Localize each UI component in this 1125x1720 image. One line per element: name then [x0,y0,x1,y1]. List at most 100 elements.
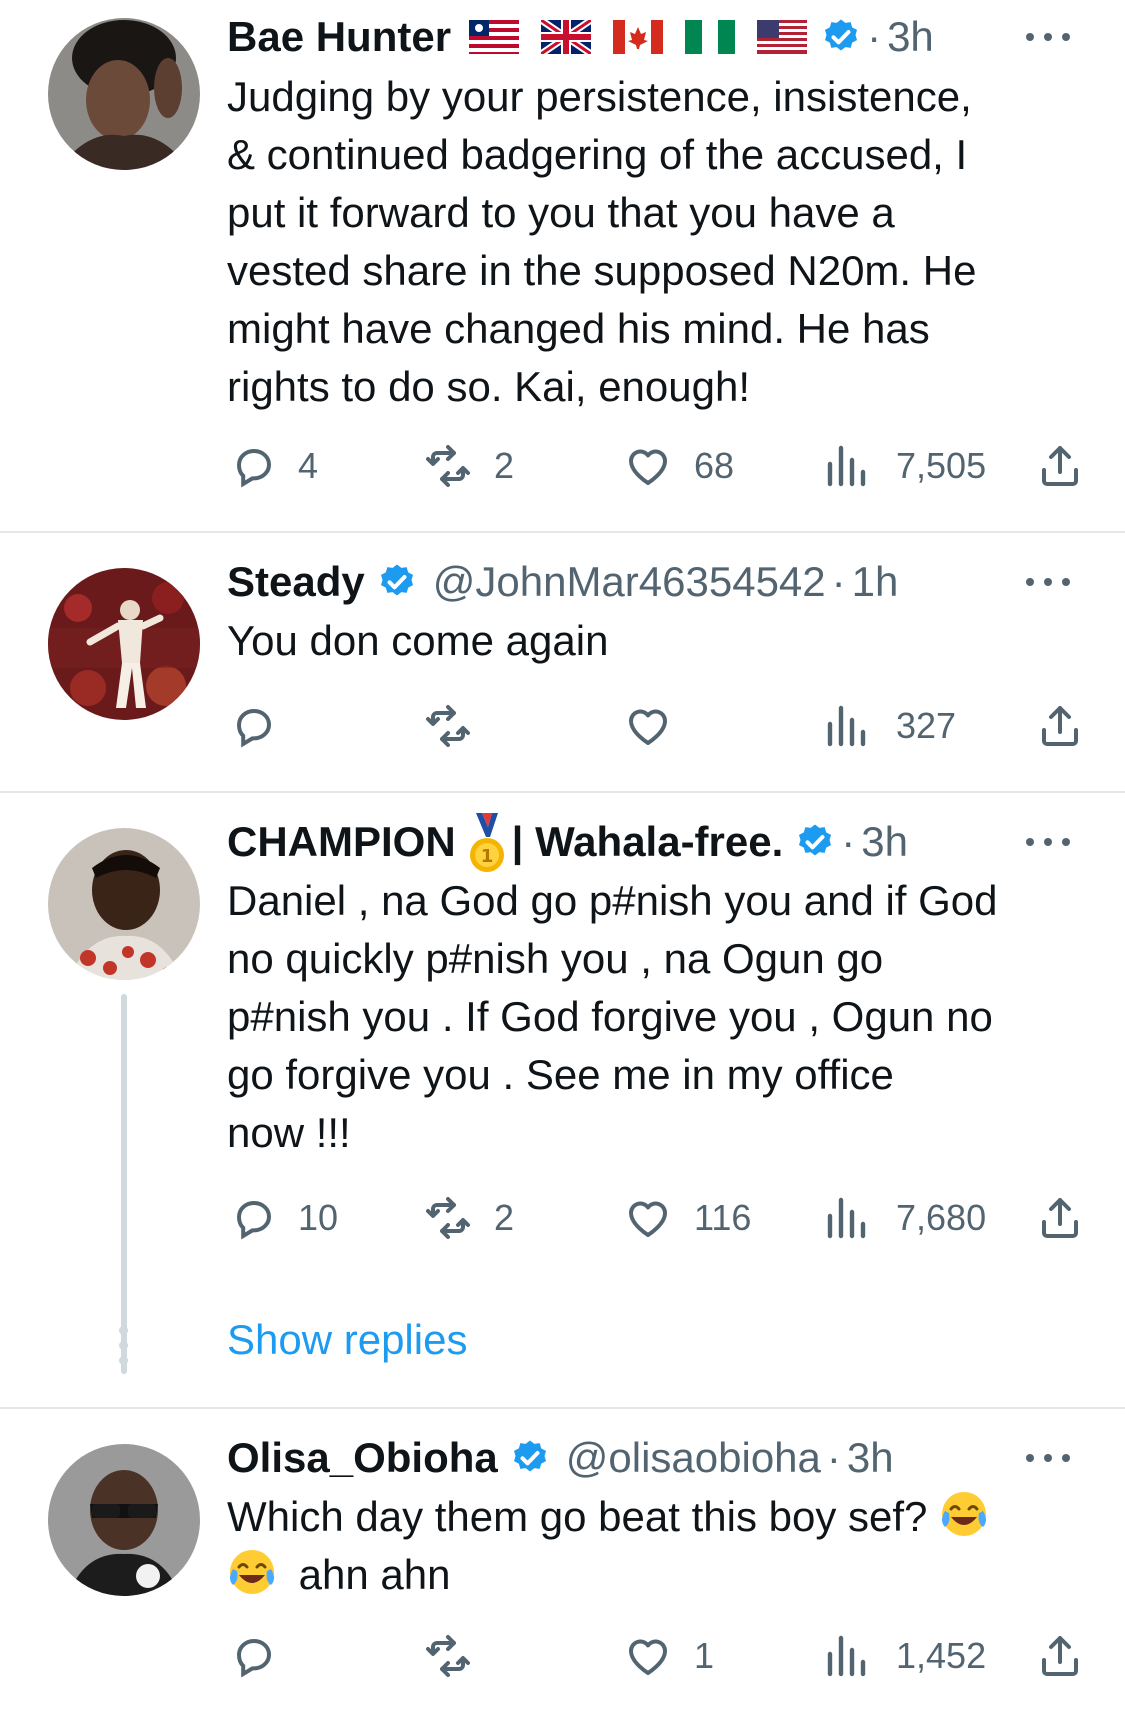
verified-badge-icon [510,1438,550,1478]
views-button[interactable]: 1,452 [822,1631,986,1681]
timestamp[interactable]: 3h [847,1434,894,1482]
tweet-header: Bae Hunter · 3h [227,13,934,61]
views-chart-icon [827,1197,866,1239]
view-count: 327 [896,705,957,746]
timestamp[interactable]: 3h [887,13,934,61]
avatar[interactable] [48,1444,200,1596]
like-count: 116 [694,1197,752,1238]
uk-flag-icon [541,20,592,54]
timestamp[interactable]: 3h [861,818,908,866]
heart-icon [628,1201,668,1237]
timestamp[interactable]: 1h [852,558,899,606]
reply-icon [236,1638,272,1678]
retweet-button[interactable] [424,1631,494,1681]
heart-icon [628,1639,668,1675]
retweet-button[interactable]: 2 [424,441,514,491]
face-with-tears-of-joy-icon [939,1489,989,1539]
like-count: 1 [694,1635,715,1676]
tweet-text: Which day them go beat this boy sef? ahn… [227,1488,1087,1604]
nigeria-flag-icon [685,20,736,54]
tweet-actions: 10 2 116 7,680 [0,1193,1125,1243]
views-chart-icon [827,445,866,487]
canada-flag-icon [613,20,664,54]
separator-dot: · [841,818,856,865]
reply-button[interactable]: 10 [228,1193,338,1243]
display-name[interactable]: CHAMPION [227,818,456,866]
views-chart-icon [827,1635,866,1677]
separator-dot: · [867,13,882,60]
more-options-icon[interactable] [1026,818,1070,866]
views-button[interactable]: 7,680 [822,1193,986,1243]
tweet-text: Judging by your persistence, insistence,… [227,73,977,410]
separator-dot: · [826,1434,841,1481]
avatar[interactable] [48,828,200,980]
display-name-suffix[interactable]: | Wahala-free. [512,818,784,866]
user-handle[interactable]: @olisaobioha [566,1434,821,1482]
tweet-card[interactable]: Bae Hunter · 3h Judging by your persiste… [0,0,1125,488]
tweet-text-line: Which day them go beat this boy sef? [227,1488,1087,1546]
reply-button[interactable]: 4 [228,441,318,491]
retweet-icon [426,445,470,487]
avatar[interactable] [48,18,200,170]
reply-button[interactable] [228,1631,298,1681]
share-icon [1042,446,1078,486]
retweet-count: 2 [494,1197,515,1238]
retweet-button[interactable] [424,701,494,751]
views-button[interactable]: 327 [822,701,956,751]
tweet-actions: 4 2 68 7,505 [0,441,1125,491]
tweet-text-line2: ahn ahn [298,1551,451,1598]
like-button[interactable]: 116 [624,1193,751,1243]
more-options-icon[interactable] [1026,1434,1070,1482]
display-name[interactable]: Steady [227,558,365,606]
user-handle[interactable]: @JohnMar46354542 [433,558,826,606]
views-chart-icon [827,705,866,747]
display-name[interactable]: Bae Hunter [227,13,451,61]
more-options-icon[interactable] [1026,558,1070,606]
gold-medal-icon: 1 [466,813,508,875]
heart-icon [628,449,668,485]
tweet-card[interactable]: CHAMPION 1 | Wahala-free. · 3h Daniel , … [0,794,1125,1406]
separator-dot: · [831,558,846,605]
tweet-text-line: ahn ahn [227,1546,1087,1604]
verified-badge-icon [377,562,417,602]
retweet-icon [426,1197,470,1239]
thread-continuation-dots [119,1326,129,1371]
liberia-flag-icon [469,20,520,54]
divider [0,1407,1125,1409]
views-button[interactable]: 7,505 [822,441,986,491]
verified-badge-icon [821,17,861,57]
avatar[interactable] [48,568,200,720]
reply-count: 4 [298,445,319,486]
share-button[interactable] [1036,441,1084,491]
share-button[interactable] [1036,1193,1084,1243]
usa-flag-icon [757,20,808,54]
tweet-text: Daniel , na God go p#nish you and if God… [227,877,998,1156]
tweet-card[interactable]: Steady @JohnMar46354542 · 1h You don com… [0,534,1125,788]
like-button[interactable]: 68 [624,441,734,491]
tweet-actions: 327 [0,701,1125,751]
view-count: 7,680 [896,1197,987,1238]
more-options-icon[interactable] [1026,13,1070,61]
thread-connector-line [121,994,127,1374]
show-replies-link[interactable]: Show replies [227,1316,467,1364]
tweet-header: CHAMPION 1 | Wahala-free. · 3h [227,813,908,872]
reply-icon [236,708,272,748]
like-button[interactable]: 1 [624,1631,714,1681]
share-icon [1042,1198,1078,1238]
reply-button[interactable] [228,701,298,751]
retweet-icon [426,705,470,747]
tweet-card[interactable]: Olisa_Obioha @olisaobioha · 3h Which day… [0,1410,1125,1720]
like-button[interactable] [624,701,694,751]
share-button[interactable] [1036,701,1084,751]
heart-icon [628,709,668,745]
share-icon [1042,1636,1078,1676]
flag-emojis [469,20,829,54]
retweet-button[interactable]: 2 [424,1193,514,1243]
like-count: 68 [694,445,735,486]
svg-text:1: 1 [480,846,493,867]
reply-icon [236,448,272,488]
divider [0,531,1125,533]
tweet-header: Steady @JohnMar46354542 · 1h [227,558,898,606]
display-name[interactable]: Olisa_Obioha [227,1434,498,1482]
share-button[interactable] [1036,1631,1084,1681]
